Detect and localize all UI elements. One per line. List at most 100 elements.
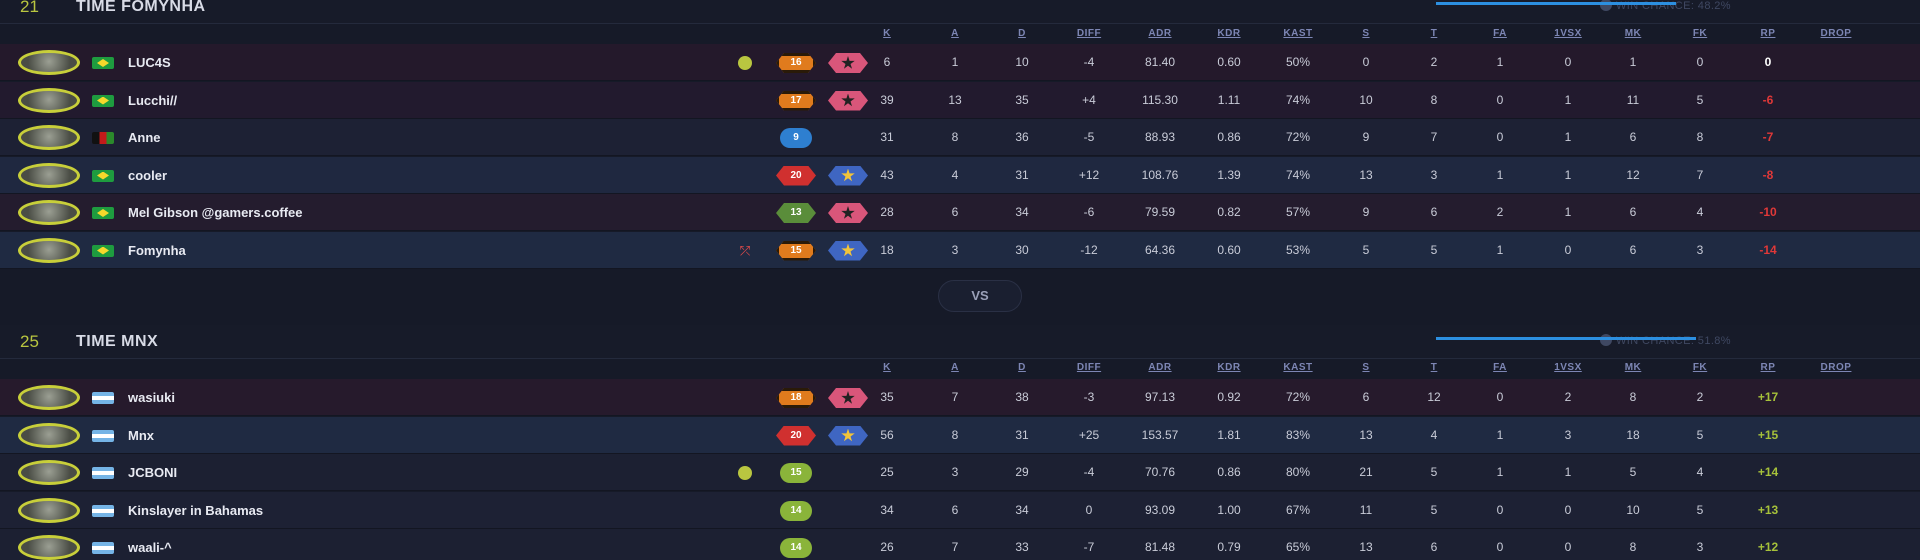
player-row[interactable]: Kinslayer in Bahamas 14 34 6 34 0 93.09 1.00 67%…: [0, 491, 1920, 529]
column-header-kast[interactable]: KAST: [1274, 362, 1322, 373]
column-header-kast[interactable]: KAST: [1274, 28, 1322, 39]
stat-kast: 80%: [1285, 465, 1311, 479]
stat-diff: 0: [1085, 502, 1093, 517]
stat-a: 6: [951, 502, 959, 517]
rank-badge: [828, 388, 868, 408]
player-row[interactable]: waali-^ 14 26 7 33 -7 81.48 0.79 65% 13 6 0 0 8 3 +12: [0, 529, 1920, 560]
skill-level-badge: 9: [780, 128, 812, 148]
player-name[interactable]: cooler: [128, 168, 167, 183]
stat-kdr: 0.60: [1217, 242, 1241, 257]
info-icon: [1600, 334, 1612, 346]
player-row[interactable]: wasiuki 18 35 7 38 -3 97.13 0.92 72% 6 12 0 2 8 2 +17: [0, 379, 1920, 416]
player-row[interactable]: Anne 9 31 8 36 -5 88.93 0.86 72% 9 7 0 1 6 8 -7: [0, 119, 1920, 156]
stat-fk: 8: [1696, 130, 1704, 144]
stat-kdr: 1.11: [1217, 92, 1241, 107]
skill-level-badge: 20: [776, 425, 816, 446]
stat-fa: 1: [1496, 427, 1504, 442]
stat-d: 38: [1015, 390, 1029, 404]
player-name[interactable]: JCBONI: [128, 465, 177, 480]
column-header-fa[interactable]: FA: [1476, 28, 1524, 39]
column-header-drop[interactable]: DROP: [1812, 362, 1860, 373]
player-avatar[interactable]: [18, 535, 80, 560]
country-flag-icon: [92, 244, 114, 257]
player-avatar[interactable]: [18, 125, 80, 150]
column-header-fa[interactable]: FA: [1476, 362, 1524, 373]
player-name[interactable]: Anne: [128, 130, 161, 145]
stat-d: 31: [1015, 167, 1029, 182]
player-row[interactable]: Mnx 20 56 8 31 +25 153.57 1.81 83% 13 4 1 3 18 5 +15: [0, 416, 1920, 454]
stat-kast: 53%: [1285, 242, 1311, 257]
player-row[interactable]: LUC4S 16 6 1 10 -4 81.40 0.60 50% 0 2 1 0 1 0 0: [0, 44, 1920, 81]
player-row[interactable]: JCBONI 15 25 3 29 -4 70.76 0.86 80% 21 5 1 1 5 4 +14: [0, 454, 1920, 491]
player-avatar[interactable]: [18, 422, 80, 448]
column-header-mk[interactable]: MK: [1609, 28, 1657, 39]
column-header-kdr[interactable]: KDR: [1205, 362, 1253, 373]
player-avatar[interactable]: [18, 497, 80, 523]
column-header-d[interactable]: D: [998, 28, 1046, 39]
stat-s: 9: [1362, 205, 1370, 219]
stat-fa: 0: [1496, 130, 1504, 144]
runner-icon: ⤱: [739, 242, 751, 258]
column-header-adr[interactable]: ADR: [1136, 28, 1184, 39]
column-header-kdr[interactable]: KDR: [1205, 28, 1253, 39]
player-row[interactable]: Mel Gibson @gamers.coffee 13 28 6 34 -6 79.59 0…: [0, 194, 1920, 231]
player-avatar[interactable]: [18, 87, 80, 113]
stat-fa: 1: [1496, 242, 1504, 257]
column-header-t[interactable]: T: [1410, 362, 1458, 373]
rank-badge: [828, 240, 868, 261]
player-name[interactable]: Mel Gibson @gamers.coffee: [128, 205, 303, 220]
column-header-s[interactable]: S: [1342, 362, 1390, 373]
player-avatar[interactable]: [18, 162, 80, 188]
column-header-a[interactable]: A: [931, 28, 979, 39]
column-header-t[interactable]: T: [1410, 28, 1458, 39]
stat-1vsx: 1: [1564, 130, 1572, 144]
skill-level-badge: 13: [776, 203, 816, 223]
stat-s: 13: [1359, 540, 1373, 554]
stat-k: 39: [880, 92, 894, 107]
stat-diff: +4: [1082, 92, 1096, 107]
player-name[interactable]: Kinslayer in Bahamas: [128, 503, 263, 518]
player-row[interactable]: Fomynha ⤱ 15 18 3 30 -12 64.36 0.60 53% 5 5 1 0 6 3 -14: [0, 231, 1920, 269]
column-header-fk[interactable]: FK: [1676, 362, 1724, 373]
column-header-drop[interactable]: DROP: [1812, 28, 1860, 39]
player-row[interactable]: Lucchi//17 39 13 35 +4 115.30 1.11 74% 10 8 0 1 11 5-…: [0, 81, 1920, 119]
player-avatar[interactable]: [18, 237, 80, 263]
column-header-k[interactable]: K: [863, 362, 911, 373]
stat-kdr: 1.39: [1217, 167, 1241, 182]
stat-t: 12: [1427, 390, 1441, 404]
column-header-rp[interactable]: RP: [1744, 362, 1792, 373]
stat-fa: 2: [1496, 205, 1504, 219]
column-header-mk[interactable]: MK: [1609, 362, 1657, 373]
player-avatar[interactable]: [18, 385, 80, 410]
player-name[interactable]: Mnx: [128, 428, 154, 443]
player-avatar[interactable]: [18, 50, 80, 75]
player-row[interactable]: cooler 20 43 4 31 +12 108.76 1.39 74% 13 3 1 1 12 7 -8: [0, 156, 1920, 194]
column-header-1vsx[interactable]: 1VSX: [1544, 28, 1592, 39]
stat-kdr: 0.86: [1217, 130, 1241, 144]
player-name[interactable]: wasiuki: [128, 390, 175, 405]
column-header-d[interactable]: D: [998, 362, 1046, 373]
stat-d: 33: [1015, 540, 1029, 554]
stat-s: 6: [1362, 390, 1370, 404]
column-header-k[interactable]: K: [863, 28, 911, 39]
column-header-1vsx[interactable]: 1VSX: [1544, 362, 1592, 373]
column-header-s[interactable]: S: [1342, 28, 1390, 39]
column-header-diff[interactable]: DIFF: [1065, 362, 1113, 373]
player-name[interactable]: waali-^: [128, 540, 172, 555]
player-name[interactable]: LUC4S: [128, 55, 171, 70]
player-avatar[interactable]: [18, 200, 80, 225]
column-header-diff[interactable]: DIFF: [1065, 28, 1113, 39]
team2-win-chance: WIN CHANCE: 51.8%: [1600, 334, 1731, 347]
column-header-fk[interactable]: FK: [1676, 28, 1724, 39]
stat-d: 29: [1015, 465, 1029, 479]
player-avatar[interactable]: [18, 460, 80, 485]
stat-kast: 74%: [1285, 167, 1311, 182]
player-name[interactable]: Lucchi//: [128, 93, 177, 108]
column-header-a[interactable]: A: [931, 362, 979, 373]
stat-kdr: 1.81: [1217, 427, 1241, 442]
column-header-rp[interactable]: RP: [1744, 28, 1792, 39]
stat-fk: 7: [1696, 167, 1704, 182]
column-header-adr[interactable]: ADR: [1136, 362, 1184, 373]
stat-k: 25: [880, 465, 894, 479]
player-name[interactable]: Fomynha: [128, 243, 186, 258]
